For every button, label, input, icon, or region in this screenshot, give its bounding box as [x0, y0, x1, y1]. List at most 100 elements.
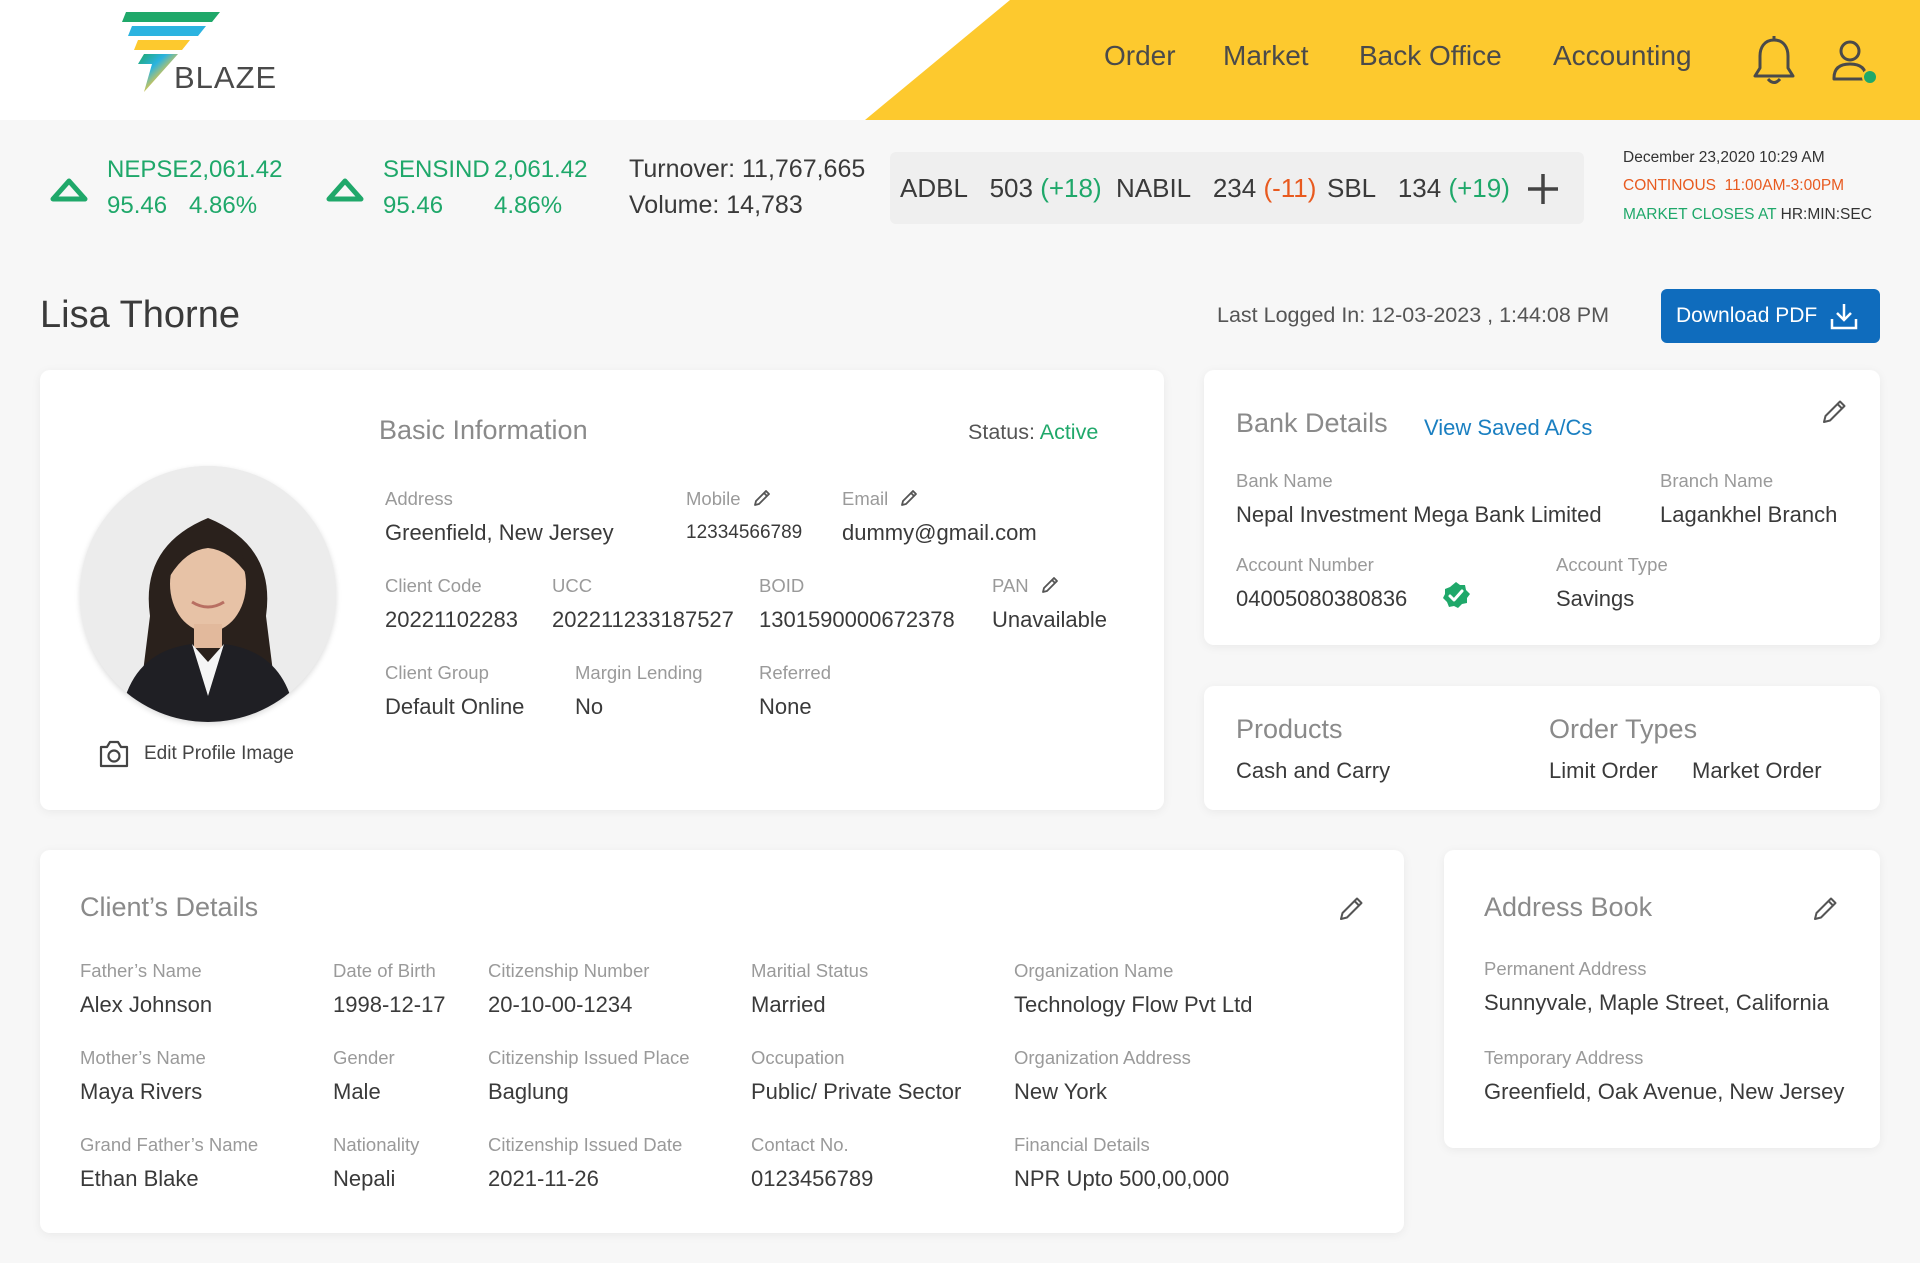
- grandfather-name-label: Grand Father’s Name: [80, 1134, 259, 1155]
- watch-change: (+19): [1448, 173, 1510, 203]
- edit-mobile-pencil-icon[interactable]: [752, 488, 772, 508]
- watch-symbol: SBL: [1327, 173, 1377, 203]
- contact-no-value: 0123456789: [751, 1166, 874, 1191]
- permanent-address-value: Sunnyvale, Maple Street, California: [1484, 990, 1829, 1015]
- view-saved-accounts-link[interactable]: View Saved A/Cs: [1424, 415, 1592, 441]
- citizenship-number-label: Citizenship Number: [488, 960, 650, 981]
- edit-profile-image-button[interactable]: Edit Profile Image: [98, 739, 294, 769]
- citizenship-issued-place-value: Baglung: [488, 1079, 569, 1104]
- temporary-address-label: Temporary Address: [1484, 1047, 1644, 1068]
- index-sensind-name: SENSIND: [383, 156, 490, 183]
- branch-name-label: Branch Name: [1660, 470, 1774, 491]
- permanent-address-label: Permanent Address: [1484, 958, 1647, 979]
- products-card: Products Cash and Carry Order Types Limi…: [1204, 686, 1880, 810]
- edit-email-pencil-icon[interactable]: [899, 488, 919, 508]
- download-pdf-label: Download PDF: [1676, 304, 1818, 327]
- occupation-label: Occupation: [751, 1047, 845, 1068]
- grandfather-name-value: Ethan Blake: [80, 1166, 199, 1191]
- order-type-market: Market Order: [1692, 758, 1822, 783]
- market-datetime: December 23,2020 10:29 AM: [1623, 149, 1825, 166]
- marital-status-label: Maritial Status: [751, 960, 869, 981]
- order-types-title: Order Types: [1549, 714, 1698, 744]
- add-watchlist-plus-icon[interactable]: [1526, 172, 1560, 206]
- watch-price: 134: [1397, 173, 1442, 203]
- index-nepse-value: 2,061.42: [189, 156, 283, 183]
- watch-item-sbl[interactable]: SBL 134 (+19): [1327, 173, 1510, 204]
- page-title: Lisa Thorne: [40, 294, 240, 336]
- nav-order-label: Order: [1104, 40, 1176, 71]
- index-sensind-percent: 4.86%: [494, 192, 563, 219]
- watchlist-bar: ADBL 503 (+18) NABIL 234 (-11) SBL 134 (…: [890, 152, 1584, 224]
- nav-link-market[interactable]: Market: [1223, 40, 1309, 72]
- client-code-value: 20221102283: [385, 607, 518, 632]
- occupation-value: Public/ Private Sector: [751, 1079, 962, 1104]
- nationality-value: Nepali: [333, 1166, 396, 1191]
- client-details-card: Client’s Details Father’s Name Alex John…: [40, 850, 1404, 1233]
- volume-text: Volume: 14,783: [629, 191, 803, 219]
- branch-name-value: Lagankhel Branch: [1660, 502, 1838, 527]
- watch-item-adbl[interactable]: ADBL 503 (+18): [900, 173, 1102, 204]
- status-label: Status:: [968, 420, 1035, 444]
- nav-link-accounting[interactable]: Accounting: [1553, 40, 1692, 72]
- organization-name-label: Organization Name: [1014, 960, 1174, 981]
- organization-address-label: Organization Address: [1014, 1047, 1191, 1068]
- organization-address-value: New York: [1014, 1079, 1107, 1104]
- watch-symbol: NABIL: [1116, 173, 1192, 203]
- edit-address-book-pencil-icon[interactable]: [1811, 893, 1841, 923]
- bank-details-card: Bank Details View Saved A/Cs Bank Name N…: [1204, 370, 1880, 645]
- boid-label: BOID: [759, 575, 805, 596]
- address-book-title: Address Book: [1484, 892, 1653, 922]
- nav-link-back-office[interactable]: Back Office: [1359, 40, 1502, 72]
- nationality-label: Nationality: [333, 1134, 420, 1155]
- profile-avatar: [80, 466, 336, 722]
- profile-photo: [80, 466, 336, 722]
- email-label-row: Email: [842, 488, 919, 510]
- email-label: Email: [842, 488, 889, 509]
- verified-badge-icon: [1443, 582, 1470, 608]
- gender-value: Male: [333, 1079, 381, 1104]
- bell-icon[interactable]: [1752, 36, 1796, 86]
- download-icon: [1830, 304, 1858, 330]
- download-pdf-button[interactable]: Download PDF: [1661, 289, 1880, 343]
- nav-link-order[interactable]: Order: [1104, 40, 1176, 72]
- nav-accounting-label: Accounting: [1553, 40, 1692, 71]
- referred-value: None: [759, 694, 812, 719]
- referred-label: Referred: [759, 662, 831, 683]
- top-header: BLAZE Order Market Back Office Accountin…: [0, 0, 1920, 120]
- edit-pan-pencil-icon[interactable]: [1040, 575, 1060, 595]
- watch-item-nabil[interactable]: NABIL 234 (-11): [1116, 173, 1316, 204]
- pan-label: PAN: [992, 575, 1029, 596]
- citizenship-number-value: 20-10-00-1234: [488, 992, 633, 1017]
- gender-label: Gender: [333, 1047, 395, 1068]
- edit-client-details-pencil-icon[interactable]: [1337, 893, 1367, 923]
- citizenship-issued-date-label: Citizenship Issued Date: [488, 1134, 683, 1155]
- watch-change: (-11): [1263, 173, 1317, 203]
- bank-name-label: Bank Name: [1236, 470, 1333, 491]
- pan-value: Unavailable: [992, 607, 1107, 632]
- index-sensind-change: 95.46: [383, 192, 444, 219]
- margin-lending-label: Margin Lending: [575, 662, 703, 683]
- dob-label: Date of Birth: [333, 960, 436, 981]
- index-nepse-percent: 4.86%: [189, 192, 258, 219]
- index-nepse-name: NEPSE: [107, 156, 189, 183]
- account-number-value: 04005080380836: [1236, 586, 1408, 611]
- user-profile-icon[interactable]: [1830, 38, 1880, 88]
- watch-change: (+18): [1040, 173, 1102, 203]
- watch-price: 503: [989, 173, 1033, 203]
- basic-info-title: Basic Information: [379, 415, 588, 445]
- last-logged-in: Last Logged In: 12-03-2023 , 1:44:08 PM: [1217, 303, 1610, 327]
- nav-back-office-label: Back Office: [1359, 40, 1502, 71]
- mobile-label: Mobile: [686, 488, 741, 509]
- contact-no-label: Contact No.: [751, 1134, 849, 1155]
- client-code-label: Client Code: [385, 575, 482, 596]
- close-label: MARKET CLOSES AT: [1623, 206, 1777, 223]
- citizenship-issued-place-label: Citizenship Issued Place: [488, 1047, 690, 1068]
- dob-value: 1998-12-17: [333, 992, 446, 1017]
- edit-bank-pencil-icon[interactable]: [1820, 396, 1850, 426]
- session-label: CONTINOUS: [1623, 177, 1716, 194]
- address-book-card: Address Book Permanent Address Sunnyvale…: [1444, 850, 1880, 1148]
- status-row: Status: Active: [968, 420, 1098, 445]
- client-details-title: Client’s Details: [80, 892, 259, 922]
- ucc-value: 202211233187527: [552, 607, 734, 632]
- close-time: HR:MIN:SEC: [1780, 206, 1872, 223]
